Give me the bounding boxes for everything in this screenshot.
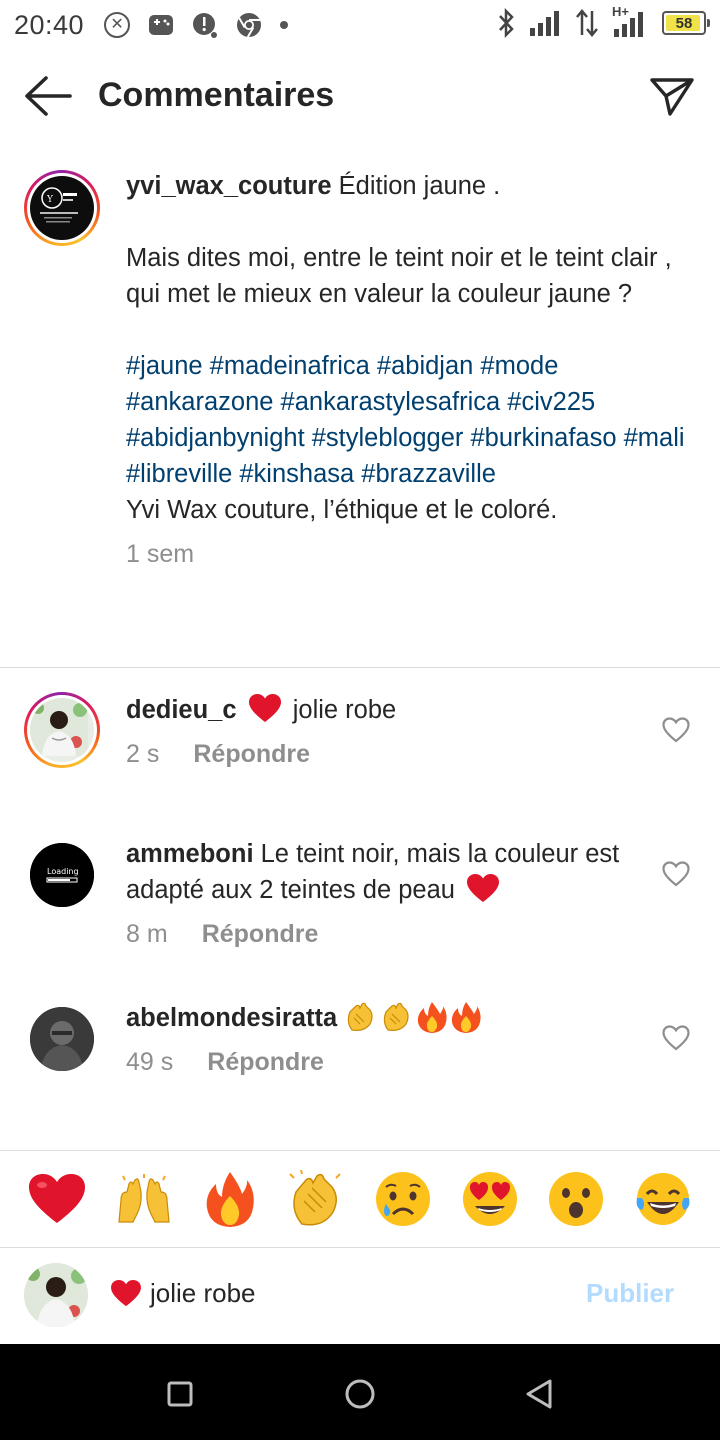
back-triangle-icon[interactable] <box>520 1374 560 1414</box>
hplus-signal: H+ <box>610 4 650 38</box>
emoji-quick-bar <box>0 1150 720 1248</box>
chrome-icon <box>237 13 262 38</box>
system-nav-bar <box>0 1344 720 1440</box>
system-status-icons: H+ 58 <box>496 4 710 38</box>
avatar[interactable]: Loading <box>30 843 94 907</box>
page-title: Commentaires <box>98 76 335 114</box>
tears-of-joy-emoji[interactable] <box>632 1168 694 1230</box>
caption-title: Édition jaune . <box>338 172 501 200</box>
clapping-hands-emoji <box>348 1002 373 1031</box>
person-photo-icon <box>30 698 88 756</box>
close-circle-icon: ✕ <box>104 12 131 38</box>
notification-icons: ✕ <box>104 12 289 38</box>
brand-logo-icon: Y <box>40 187 78 223</box>
caption-time: 1 sem <box>126 540 195 568</box>
comment-input[interactable]: jolie robe <box>110 1278 256 1309</box>
data-arrows-icon <box>576 9 598 37</box>
svg-text:Y: Y <box>46 195 54 205</box>
clapping-hands-emoji <box>384 1002 409 1031</box>
battery-level: 58 <box>675 14 693 32</box>
recents-square-icon[interactable] <box>160 1374 200 1414</box>
crying-face-emoji[interactable] <box>372 1168 434 1230</box>
loading-avatar-icon: Loading <box>30 843 94 907</box>
clapping-hands-emoji[interactable] <box>286 1168 348 1230</box>
signal-icon <box>614 12 643 37</box>
comment-input-text: jolie robe <box>150 1278 256 1308</box>
reply-button[interactable]: Répondre <box>207 1048 324 1077</box>
comment-text: ammeboni Le teint noir, mais la couleur … <box>126 836 636 908</box>
avatar[interactable] <box>24 1263 88 1327</box>
caption-first-line: yvi_wax_couture Édition jaune . <box>126 168 686 204</box>
comment-text: abelmondesiratta <box>126 1000 636 1036</box>
avatar-image <box>30 698 94 762</box>
person-photo-icon <box>30 1007 94 1071</box>
caption-closing: Yvi Wax couture, l’éthique et le coloré. <box>126 496 558 524</box>
comment-username[interactable]: abelmondesiratta <box>126 1004 337 1032</box>
comment-time: 49 s <box>126 1048 174 1076</box>
comment-body: jolie robe <box>292 696 397 724</box>
heart-emoji <box>467 874 500 902</box>
avatar[interactable] <box>24 692 100 768</box>
header: Commentaires <box>0 60 720 132</box>
publish-button[interactable]: Publier <box>586 1278 674 1309</box>
comment-username[interactable]: dedieu_c <box>126 696 237 724</box>
comment-username[interactable]: ammeboni <box>126 840 254 868</box>
status-bar: 20:40 ✕ H+ 58 <box>0 0 720 50</box>
avatar-loading-text: Loading <box>47 867 79 876</box>
caption-body: Mais dites moi, entre le teint noir et l… <box>126 244 672 308</box>
heart-eyes-emoji[interactable] <box>459 1168 521 1230</box>
heart-outline-icon[interactable] <box>662 1025 690 1051</box>
fire-emoji <box>452 1002 481 1033</box>
status-time: 20:40 <box>14 9 85 40</box>
arrow-left-icon[interactable] <box>22 74 74 118</box>
heart-emoji <box>111 1279 141 1306</box>
comment-emojis <box>344 1000 482 1034</box>
signal-icon <box>530 11 559 36</box>
avatar[interactable] <box>30 1007 94 1071</box>
reply-button[interactable]: Répondre <box>202 920 319 949</box>
fire-emoji <box>418 1002 447 1033</box>
heart-emoji <box>248 694 281 722</box>
heart-outline-icon[interactable] <box>662 717 690 743</box>
red-heart-emoji[interactable] <box>26 1168 88 1230</box>
post-caption: yvi_wax_couture Édition jaune . Mais dit… <box>126 168 686 572</box>
bluetooth-icon <box>499 8 514 38</box>
caption-hashtags[interactable]: #jaune #madeinafrica #abidjan #mode #ank… <box>126 348 686 492</box>
raising-hands-emoji[interactable] <box>113 1168 175 1230</box>
divider <box>0 667 720 668</box>
comment-meta: 49 s Répondre <box>126 1048 324 1077</box>
comment-time: 8 m <box>126 920 168 948</box>
avatar-image: Y <box>30 176 94 240</box>
comment-time: 2 s <box>126 740 160 768</box>
caption-username[interactable]: yvi_wax_couture <box>126 172 332 200</box>
comment-composer: jolie robe Publier <box>0 1248 720 1344</box>
avatar[interactable]: Y <box>24 170 100 246</box>
surprised-face-emoji[interactable] <box>545 1168 607 1230</box>
comment-text: dedieu_c jolie robe <box>126 692 636 728</box>
comment-meta: 8 m Répondre <box>126 920 318 949</box>
fire-emoji[interactable] <box>199 1168 261 1230</box>
person-photo-icon <box>24 1263 88 1327</box>
paper-plane-icon[interactable] <box>646 72 698 120</box>
home-circle-icon[interactable] <box>340 1374 380 1414</box>
game-controller-icon <box>149 15 174 35</box>
alert-chat-icon <box>193 13 218 38</box>
dot-icon <box>280 21 289 29</box>
heart-outline-icon[interactable] <box>662 861 690 887</box>
battery-icon: 58 <box>662 11 710 35</box>
reply-button[interactable]: Répondre <box>193 740 310 769</box>
comment-meta: 2 s Répondre <box>126 740 310 769</box>
